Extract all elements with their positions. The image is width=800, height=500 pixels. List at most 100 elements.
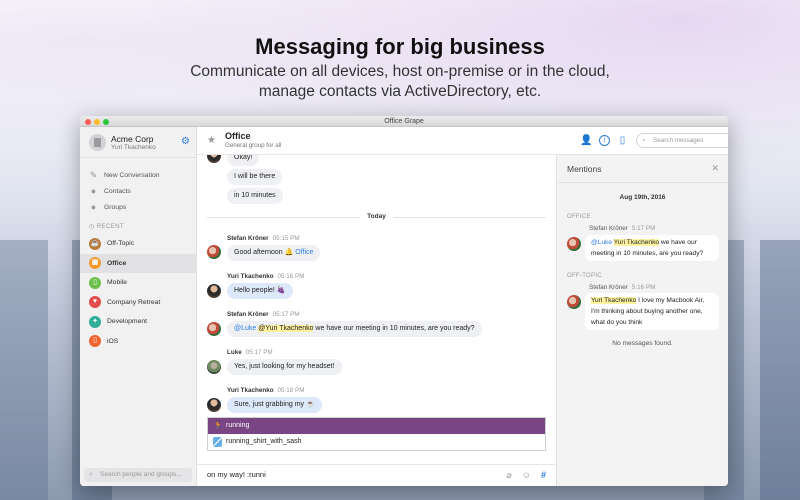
day-divider-label: Today bbox=[359, 213, 394, 220]
promo-subline-2: manage contacts via ActiveDirectory, etc… bbox=[258, 83, 542, 100]
user-mention-link[interactable]: @Luke bbox=[234, 325, 256, 332]
zoom-window-button[interactable] bbox=[103, 118, 109, 125]
user-mention-self[interactable]: Yuri Tkachenko bbox=[613, 239, 660, 246]
mention-time: 5:17 PM bbox=[631, 225, 656, 232]
message-time: 05:16 PM bbox=[277, 273, 305, 280]
hashtag-icon[interactable]: # bbox=[541, 470, 546, 481]
room-item-company-retreat[interactable]: ♥ Company Retreat bbox=[80, 293, 196, 313]
mention-card[interactable]: @Luke Yuri Tkachenko we have our meeting… bbox=[585, 235, 719, 261]
message-search-placeholder: Search messages bbox=[653, 137, 704, 144]
user-mention-link[interactable]: @Luke bbox=[591, 239, 612, 246]
file-icon[interactable]: ▯ bbox=[617, 135, 628, 146]
chat-panel: ★ Office General group for all Okay! I w… bbox=[197, 127, 556, 486]
message-input[interactable]: on my way! :runni bbox=[207, 470, 266, 479]
org-header[interactable]: Acme Corp Yuri Tkachenko ⚙ bbox=[80, 127, 196, 158]
promo-subline-1: Communicate on all devices, host on-prem… bbox=[190, 63, 610, 80]
room-label: Mobile bbox=[107, 279, 128, 287]
composer-actions: ⌀ ☺ # bbox=[506, 470, 546, 481]
room-item-development[interactable]: ✦ Development bbox=[80, 312, 196, 332]
mentions-panel: Mentions ✕ Aug 19th, 2016 OFFICE Stefan … bbox=[556, 155, 728, 486]
emoji-autocomplete: 🏃 running running_shirt_with_sash bbox=[207, 417, 546, 451]
org-user: Yuri Tkachenko bbox=[111, 143, 156, 151]
message-search-input[interactable]: ⌕ Search messages bbox=[636, 133, 728, 148]
info-icon[interactable]: i bbox=[599, 135, 610, 146]
room-label: Development bbox=[107, 318, 148, 326]
close-window-button[interactable] bbox=[85, 118, 91, 125]
user-mention-self[interactable]: @Yuri Tkachenko bbox=[258, 325, 314, 332]
recent-label: ◷ RECENT bbox=[89, 223, 124, 230]
room-item-off-topic[interactable]: ☕ Off-Topic bbox=[80, 234, 196, 254]
room-label: iOS bbox=[107, 337, 119, 345]
avatar bbox=[207, 155, 221, 163]
avatar bbox=[207, 322, 221, 336]
add-user-icon[interactable]: 👤 bbox=[580, 135, 592, 146]
heart-icon: ♥ bbox=[89, 296, 101, 309]
mention-card[interactable]: Yuri Tkachenko I love my Macbook Air, I'… bbox=[585, 293, 719, 330]
message-time: 05:17 PM bbox=[272, 311, 300, 318]
autocomplete-label: running_shirt_with_sash bbox=[226, 438, 302, 445]
mention-time: 5:16 PM bbox=[631, 284, 656, 291]
mention-author: Stefan Kröner bbox=[589, 225, 628, 232]
room-label: Off-Topic bbox=[107, 240, 135, 248]
autocomplete-item[interactable]: running_shirt_with_sash bbox=[208, 434, 545, 450]
promo-headline: Messaging for big business bbox=[255, 34, 545, 59]
message-composer: on my way! :runni ⌀ ☺ # bbox=[197, 464, 556, 486]
briefcase-icon: ▣ bbox=[89, 257, 101, 270]
channel-description: General group for all bbox=[225, 142, 282, 149]
mention-author: Stefan Kröner bbox=[589, 284, 628, 291]
window-title: Office Grape bbox=[384, 118, 424, 125]
group-mention-link[interactable]: Office bbox=[295, 249, 313, 256]
mention-section-label: OFF-TOPIC bbox=[567, 273, 602, 279]
room-item-mobile[interactable]: ▯ Mobile bbox=[80, 273, 196, 293]
sidebar-item-label: Contacts bbox=[104, 187, 131, 195]
message-time: 05:17 PM bbox=[245, 349, 273, 356]
message-meta: Yuri Tkachenko 05:16 PM bbox=[227, 273, 305, 280]
phone-icon: ▯ bbox=[89, 276, 101, 289]
message-bubble: I will be there bbox=[227, 169, 283, 185]
mentions-title: Mentions bbox=[567, 164, 602, 174]
org-name: Acme Corp bbox=[111, 133, 154, 144]
window-controls bbox=[85, 118, 109, 125]
message-meta: Stefan Kröner 05:17 PM bbox=[227, 311, 300, 318]
room-item-ios[interactable]: ▯ iOS bbox=[80, 332, 196, 352]
avatar bbox=[207, 360, 221, 374]
emoji-icon[interactable]: ☺ bbox=[522, 470, 531, 481]
message-author: Stefan Kröner bbox=[227, 235, 269, 242]
sash-emoji-icon bbox=[213, 437, 222, 447]
group-icon: ● bbox=[90, 201, 97, 212]
sidebar-item-label: New Conversation bbox=[104, 171, 160, 179]
message-text: Good afternoon bbox=[234, 249, 285, 256]
message-time: 05:15 PM bbox=[272, 235, 300, 242]
star-icon[interactable]: ★ bbox=[207, 135, 216, 146]
room-item-office[interactable]: ▣ Office bbox=[80, 253, 196, 273]
message-bubble: Hello people! 🍇 bbox=[227, 283, 293, 299]
sidebar-item-new-conversation[interactable]: ✎ New Conversation bbox=[80, 167, 196, 183]
title-bar: Office Grape bbox=[80, 116, 728, 127]
mention-section-label: OFFICE bbox=[567, 214, 591, 220]
message-meta: Yuri Tkachenko 05:18 PM bbox=[227, 387, 305, 394]
side-menu: ✎ New Conversation ● Contacts ● Groups bbox=[80, 158, 196, 215]
message-author: Yuri Tkachenko bbox=[227, 273, 274, 280]
attachment-icon[interactable]: ⌀ bbox=[506, 470, 511, 481]
avatar bbox=[567, 237, 581, 251]
autocomplete-item[interactable]: 🏃 running bbox=[208, 418, 545, 434]
message-bubble: @Luke @Yuri Tkachenko we have our meetin… bbox=[227, 321, 482, 337]
user-mention-self[interactable]: Yuri Tkachenko bbox=[591, 297, 637, 304]
runner-emoji-icon: 🏃 bbox=[213, 421, 223, 430]
message-author: Stefan Kröner bbox=[227, 311, 269, 318]
people-search-input[interactable]: ⌕ Search people and groups... bbox=[84, 468, 192, 482]
room-label: Office bbox=[107, 259, 127, 267]
close-icon[interactable]: ✕ bbox=[711, 163, 719, 174]
minimize-window-button[interactable] bbox=[94, 118, 100, 125]
people-search-placeholder: Search people and groups... bbox=[100, 471, 182, 478]
sidebar-item-contacts[interactable]: ● Contacts bbox=[80, 183, 196, 199]
mentions-empty: No messages found. bbox=[612, 340, 673, 347]
recent-label-text: RECENT bbox=[96, 223, 124, 230]
avatar bbox=[207, 284, 221, 298]
org-logo-icon bbox=[89, 133, 106, 151]
gear-icon[interactable]: ⚙ bbox=[181, 137, 191, 147]
sidebar-item-groups[interactable]: ● Groups bbox=[80, 199, 196, 215]
app-window: Office Grape Acme Corp Yuri Tkachenko ⚙ … bbox=[80, 116, 728, 486]
message-bubble: in 10 minutes bbox=[227, 188, 283, 204]
org-text: Acme Corp Yuri Tkachenko bbox=[111, 134, 156, 151]
